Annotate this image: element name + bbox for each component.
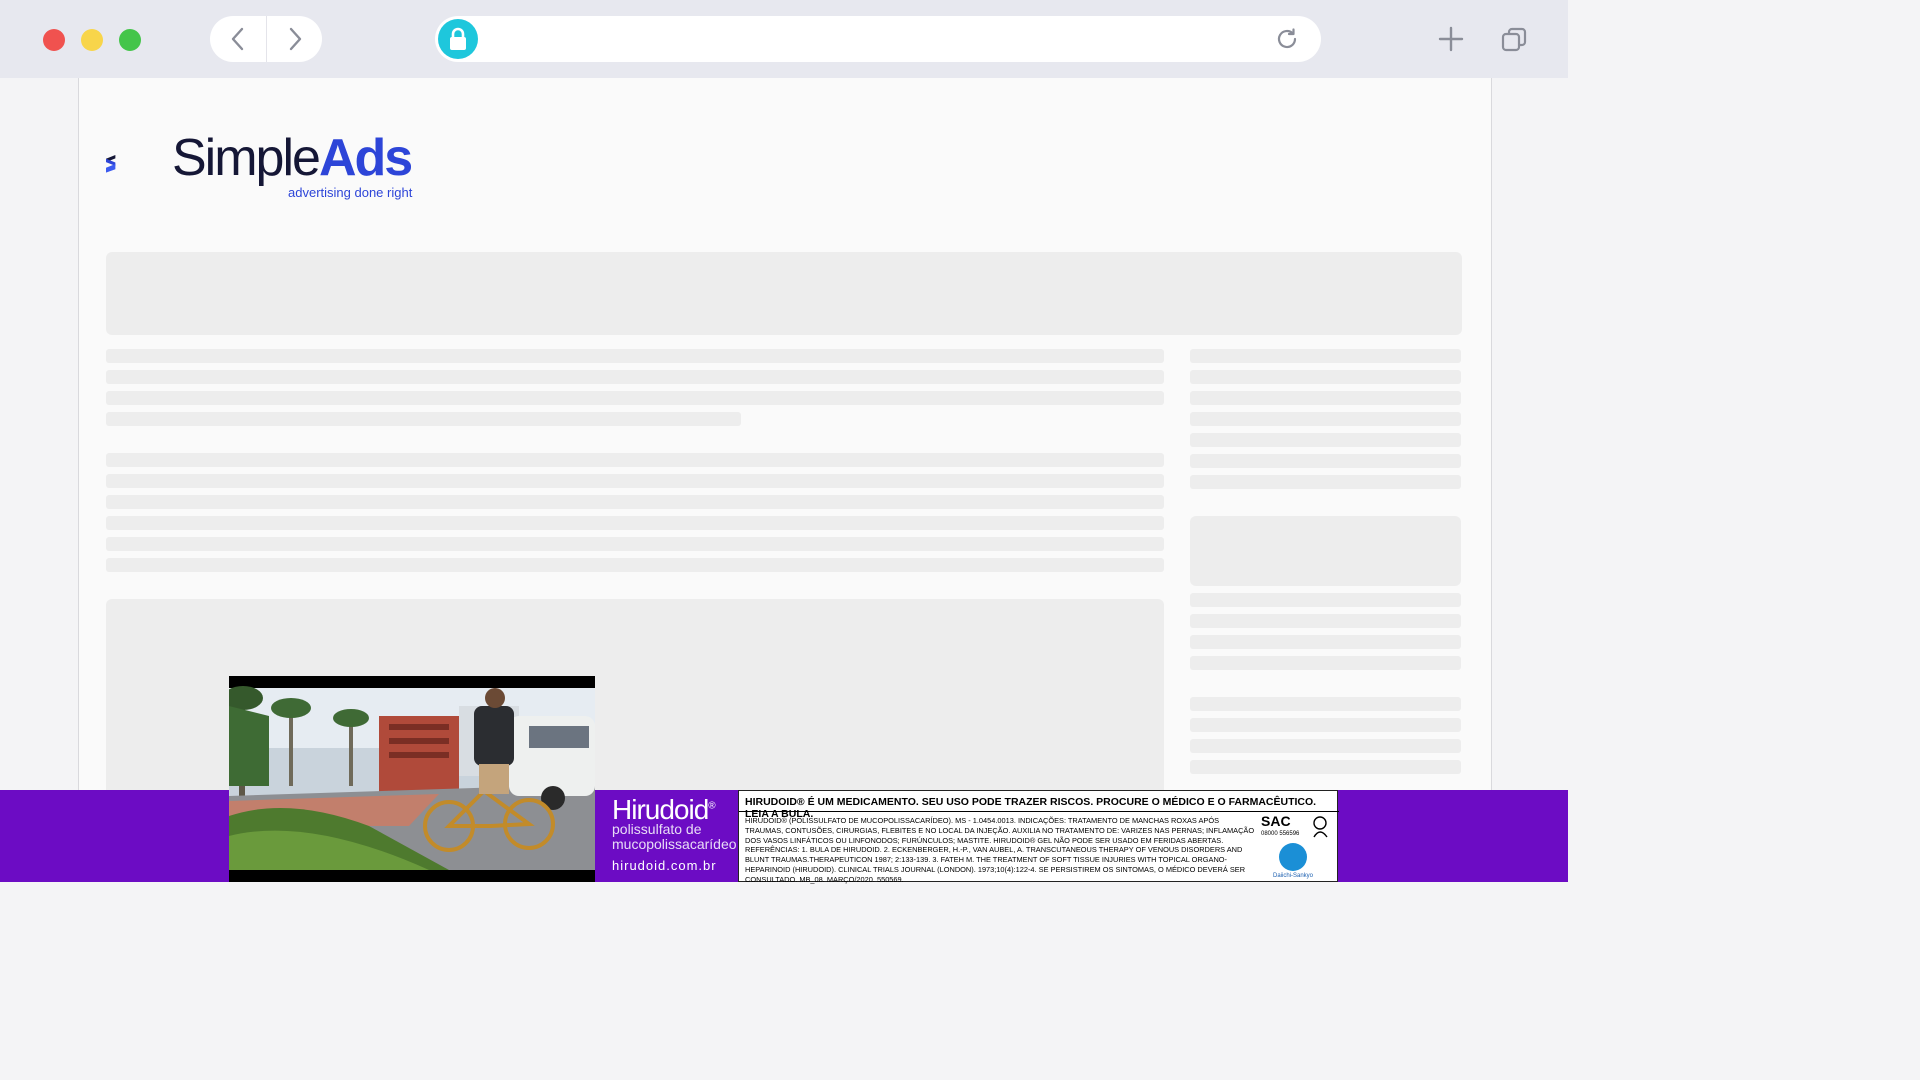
logo-simple: Simple [172, 129, 321, 187]
sidebar-line-placeholder [1190, 718, 1461, 732]
back-button[interactable] [210, 16, 266, 62]
navigation-buttons [210, 16, 322, 62]
video-frame-cyclist [229, 676, 595, 882]
maximize-window-button[interactable] [119, 29, 141, 51]
sidebar-line-placeholder [1190, 454, 1461, 468]
text-line-placeholder [106, 474, 1164, 488]
ad-divider [739, 811, 1339, 812]
sidebar-line-placeholder [1190, 475, 1461, 489]
browser-toolbar [0, 0, 1568, 78]
sidebar-line-placeholder [1190, 656, 1461, 670]
brand-subtitle: polissulfato de mucopolissacarídeo [612, 821, 737, 852]
sidebar-line-placeholder [1190, 349, 1461, 363]
sidebar-line-placeholder [1190, 614, 1461, 628]
sidebar-line-placeholder [1190, 412, 1461, 426]
text-line-placeholder [106, 558, 1164, 572]
daiichi-sankyo-logo [1279, 843, 1307, 871]
logo-ads: Ads [318, 129, 413, 187]
hero-placeholder [106, 252, 1462, 335]
ad-legal-notice: HIRUDOID® É UM MEDICAMENTO. SEU USO PODE… [738, 790, 1339, 884]
logo-wordmark[interactable]: SimpleAds [172, 128, 413, 188]
minimize-window-button[interactable] [81, 29, 103, 51]
brand-website[interactable]: hirudoid.com.br [612, 858, 717, 873]
ad-legal-text: HIRUDOID® (POLISSULFATO DE MUCOPOLISSACA… [745, 816, 1255, 884]
text-line-placeholder [106, 391, 1164, 405]
sidebar-line-placeholder [1190, 760, 1461, 774]
sidebar-line-placeholder [1190, 697, 1461, 711]
text-line-placeholder [106, 412, 741, 426]
close-window-button[interactable] [43, 29, 65, 51]
tabs-icon[interactable] [1500, 26, 1528, 54]
chevron-left-icon [231, 27, 244, 51]
address-bar[interactable] [435, 16, 1321, 62]
text-line-placeholder [106, 349, 1164, 363]
sac-person-icon [1313, 816, 1328, 838]
sac-number: 08000 556596 [1261, 831, 1300, 837]
lock-icon [438, 19, 478, 59]
sidebar-line-placeholder [1190, 391, 1461, 405]
sidebar-line-placeholder [1190, 593, 1461, 607]
logo-tagline: advertising done right [288, 185, 413, 200]
hirudoid-brand-block[interactable]: Hirudoid® polissulfato de mucopolissacar… [596, 790, 738, 882]
maker-name: Daiichi-Sankyo [1273, 873, 1314, 879]
reload-icon[interactable] [1275, 27, 1299, 51]
simpleads-logo-mark [106, 155, 116, 173]
text-line-placeholder [106, 370, 1164, 384]
video-ad-player[interactable] [229, 676, 595, 882]
sidebar-line-placeholder [1190, 433, 1461, 447]
text-line-placeholder [106, 537, 1164, 551]
sidebar-block-placeholder [1190, 516, 1461, 586]
sidebar-line-placeholder [1190, 739, 1461, 753]
sidebar-line-placeholder [1190, 635, 1461, 649]
text-line-placeholder [106, 516, 1164, 530]
text-line-placeholder [106, 495, 1164, 509]
text-line-placeholder [106, 453, 1164, 467]
sidebar-line-placeholder [1190, 370, 1461, 384]
plus-icon[interactable] [1438, 26, 1464, 52]
chevron-right-icon [289, 27, 302, 51]
forward-button[interactable] [267, 16, 323, 62]
sac-label: SAC [1261, 813, 1291, 829]
